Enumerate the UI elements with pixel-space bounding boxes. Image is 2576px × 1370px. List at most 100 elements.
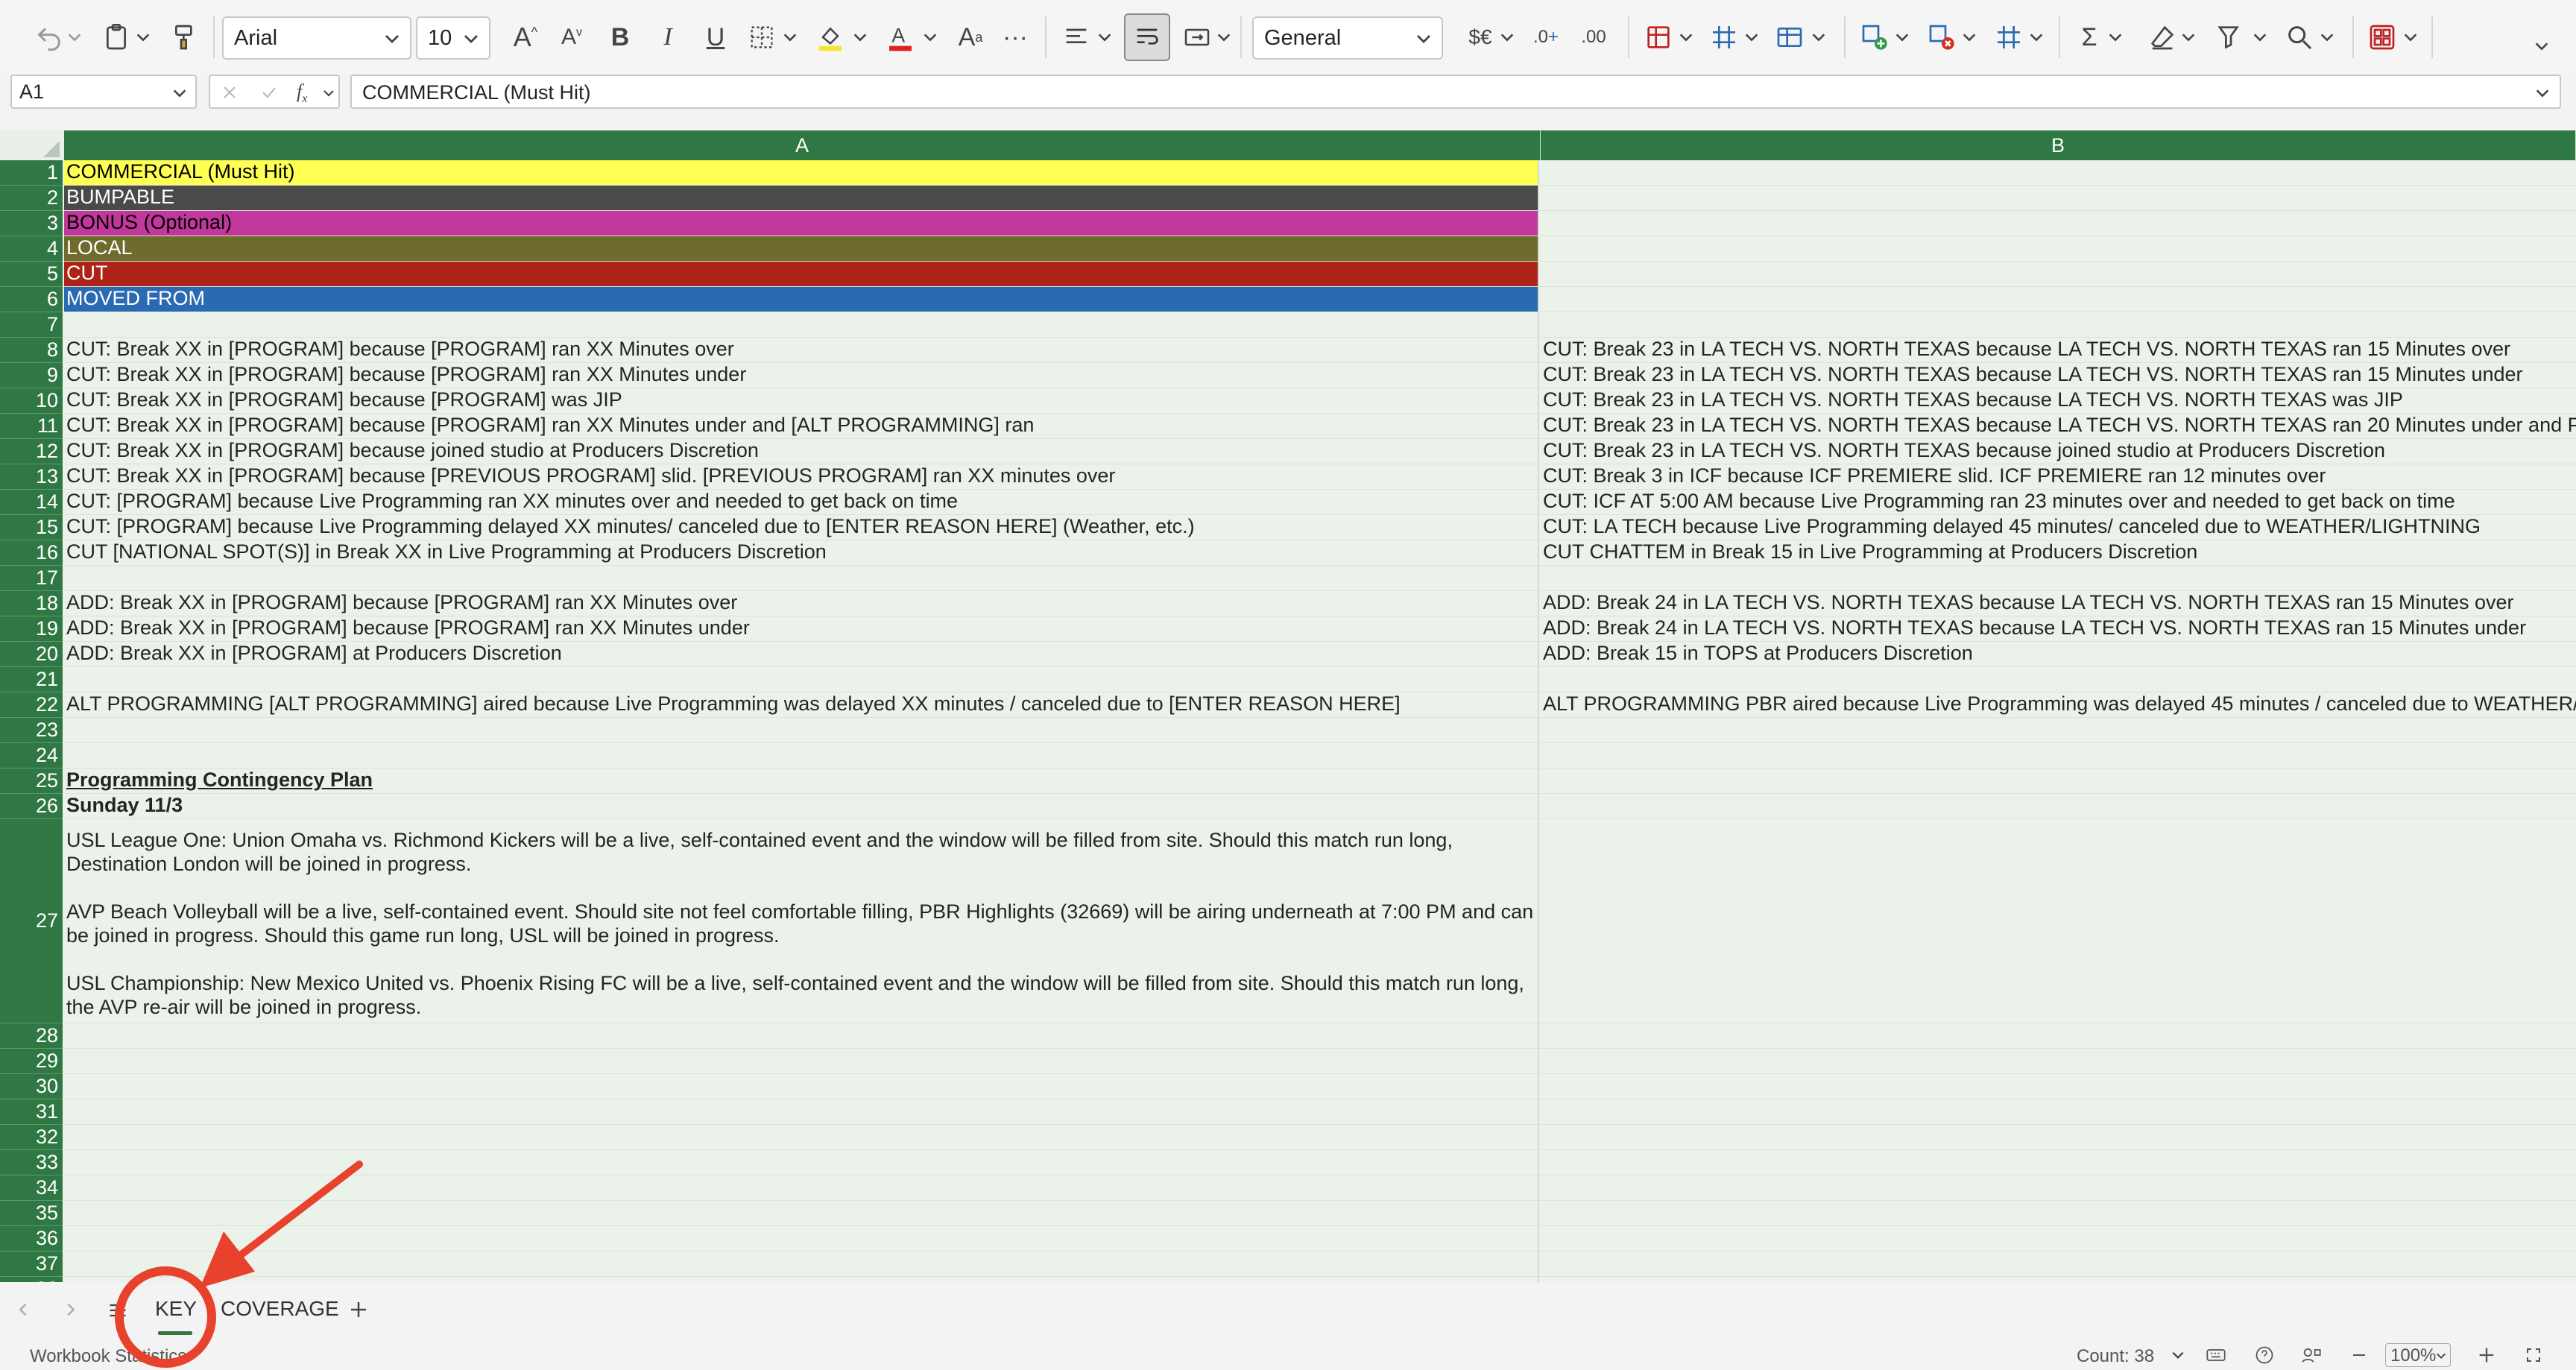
cell-b[interactable] <box>1541 262 2576 286</box>
row-header[interactable]: 35 <box>0 1201 63 1226</box>
sheet-tab-key[interactable]: KEY <box>155 1297 197 1321</box>
sheet-tab-coverage[interactable]: COVERAGE <box>221 1297 339 1321</box>
cell-b[interactable] <box>1541 1049 2576 1073</box>
increase-font-size-icon[interactable]: A^ <box>507 13 544 61</box>
cell-a[interactable]: MOVED FROM <box>64 287 1539 312</box>
row-header[interactable]: 29 <box>0 1049 63 1074</box>
cell-a[interactable]: ADD: Break XX in [PROGRAM] at Producers … <box>64 642 1539 666</box>
font-size-chevron-icon[interactable] <box>462 30 480 48</box>
cell-a[interactable] <box>64 1150 1539 1175</box>
cell-b[interactable]: CUT: Break 23 in LA TECH VS. NORTH TEXAS… <box>1541 388 2576 413</box>
column-header-a[interactable]: A <box>64 130 1541 160</box>
insert-cells-icon[interactable] <box>1857 13 1892 61</box>
addins-icon[interactable] <box>2364 13 2400 61</box>
cell-a[interactable]: CUT: [PROGRAM] because Live Programming … <box>64 515 1539 540</box>
row-header[interactable]: 7 <box>0 312 63 338</box>
font-size-combo[interactable]: 10 <box>416 16 490 60</box>
row-header[interactable]: 20 <box>0 642 63 667</box>
cell-b[interactable]: CUT: LA TECH because Live Programming de… <box>1541 515 2576 540</box>
cell-a[interactable]: BONUS (Optional) <box>64 211 1539 236</box>
clear-chevron-icon[interactable] <box>2179 13 2197 61</box>
cell-b[interactable]: ADD: Break 15 in TOPS at Producers Discr… <box>1541 642 2576 666</box>
text-effects-icon[interactable]: Aa <box>953 13 988 61</box>
cell-a[interactable]: CUT: Break XX in [PROGRAM] because [PROG… <box>64 388 1539 413</box>
row-header[interactable]: 25 <box>0 768 63 794</box>
workbook-statistics[interactable]: Workbook Statistics <box>30 1346 186 1367</box>
row-header[interactable]: 34 <box>0 1175 63 1201</box>
cell-b[interactable]: ADD: Break 24 in LA TECH VS. NORTH TEXAS… <box>1541 616 2576 641</box>
more-options-icon[interactable]: ··· <box>997 13 1033 61</box>
cell-b[interactable] <box>1541 819 2576 1023</box>
currency-format-icon[interactable]: $€ <box>1462 13 1498 61</box>
row-header[interactable]: 9 <box>0 363 63 388</box>
conditional-formatting-icon[interactable] <box>1641 13 1676 61</box>
borders-chevron-icon[interactable] <box>781 13 799 61</box>
row-header[interactable]: 32 <box>0 1125 63 1150</box>
cell-b[interactable] <box>1541 743 2576 768</box>
cell-a[interactable] <box>64 743 1539 768</box>
undo-dropdown-chevron-icon[interactable] <box>66 13 83 61</box>
cell-a[interactable]: USL League One: Union Omaha vs. Richmond… <box>64 819 1539 1023</box>
find-chevron-icon[interactable] <box>2318 13 2336 61</box>
cell-b[interactable] <box>1541 160 2576 185</box>
cell-b[interactable]: CUT: Break 23 in LA TECH VS. NORTH TEXAS… <box>1541 414 2576 438</box>
cell-a[interactable]: Sunday 11/3 <box>64 794 1539 818</box>
cell-b[interactable] <box>1541 1226 2576 1251</box>
autosum-chevron-icon[interactable] <box>2106 13 2124 61</box>
cell-b[interactable] <box>1541 186 2576 210</box>
borders-icon[interactable] <box>745 13 778 61</box>
cell-a[interactable]: ALT PROGRAMMING [ALT PROGRAMMING] aired … <box>64 692 1539 717</box>
row-header[interactable]: 10 <box>0 388 63 414</box>
row-header[interactable]: 31 <box>0 1099 63 1125</box>
addins-chevron-icon[interactable] <box>2402 13 2419 61</box>
row-header[interactable]: 19 <box>0 616 63 642</box>
align-chevron-icon[interactable] <box>1096 13 1114 61</box>
insert-function-icon[interactable]: fx <box>297 81 307 106</box>
cell-b[interactable] <box>1541 667 2576 692</box>
enter-check-icon[interactable] <box>259 83 279 101</box>
cell-a[interactable] <box>64 1049 1539 1073</box>
row-header[interactable]: 27 <box>0 819 63 1023</box>
cell-b[interactable] <box>1541 566 2576 590</box>
cell-b[interactable]: CUT: Break 23 in LA TECH VS. NORTH TEXAS… <box>1541 338 2576 362</box>
prev-sheet-icon[interactable] <box>15 1301 31 1318</box>
number-format-combo[interactable]: General <box>1252 16 1443 60</box>
cell-b[interactable] <box>1541 1175 2576 1200</box>
row-header[interactable]: 2 <box>0 186 63 211</box>
zoom-level-select[interactable]: 100% <box>2385 1343 2451 1367</box>
insert-cells-chevron-icon[interactable] <box>1893 13 1911 61</box>
name-box-chevron-icon[interactable] <box>171 85 188 101</box>
row-header[interactable]: 17 <box>0 566 63 591</box>
column-header-b[interactable]: B <box>1541 130 2576 160</box>
row-header[interactable]: 15 <box>0 515 63 540</box>
cell-b[interactable] <box>1541 768 2576 793</box>
row-header[interactable]: 24 <box>0 743 63 768</box>
row-header[interactable]: 3 <box>0 211 63 236</box>
ribbon-collapse-chevron-icon[interactable] <box>2533 22 2551 70</box>
cell-a[interactable] <box>64 1251 1539 1276</box>
row-header[interactable]: 21 <box>0 667 63 692</box>
cell-b[interactable]: CUT CHATTEM in Break 15 in Live Programm… <box>1541 540 2576 565</box>
font-name-combo[interactable]: Arial <box>222 16 411 60</box>
italic-icon[interactable]: I <box>650 13 686 61</box>
cell-a[interactable]: CUT: Break XX in [PROGRAM] because [PREV… <box>64 464 1539 489</box>
status-chevron-icon[interactable] <box>2171 1348 2185 1363</box>
delete-cells-icon[interactable] <box>1925 13 1959 61</box>
delete-cells-chevron-icon[interactable] <box>1960 13 1978 61</box>
cell-a[interactable]: ADD: Break XX in [PROGRAM] because [PROG… <box>64 591 1539 616</box>
cell-a[interactable] <box>64 1023 1539 1048</box>
row-header[interactable]: 26 <box>0 794 63 819</box>
cell-a[interactable]: Programming Contingency Plan <box>64 768 1539 793</box>
cell-b[interactable] <box>1541 211 2576 236</box>
cell-b[interactable]: ALT PROGRAMMING PBR aired because Live P… <box>1541 692 2576 717</box>
underline-icon[interactable]: U <box>698 13 733 61</box>
align-icon[interactable] <box>1058 13 1094 61</box>
cell-styles-icon[interactable] <box>1772 13 1807 61</box>
merge-cells-icon[interactable] <box>1181 13 1213 61</box>
cell-b[interactable] <box>1541 1150 2576 1175</box>
cell-a[interactable]: CUT: Break XX in [PROGRAM] because [PROG… <box>64 338 1539 362</box>
format-cells-chevron-icon[interactable] <box>2027 13 2045 61</box>
formula-input[interactable]: COMMERCIAL (Must Hit) <box>350 75 2561 109</box>
row-header[interactable]: 8 <box>0 338 63 363</box>
clear-icon[interactable] <box>2145 13 2179 61</box>
